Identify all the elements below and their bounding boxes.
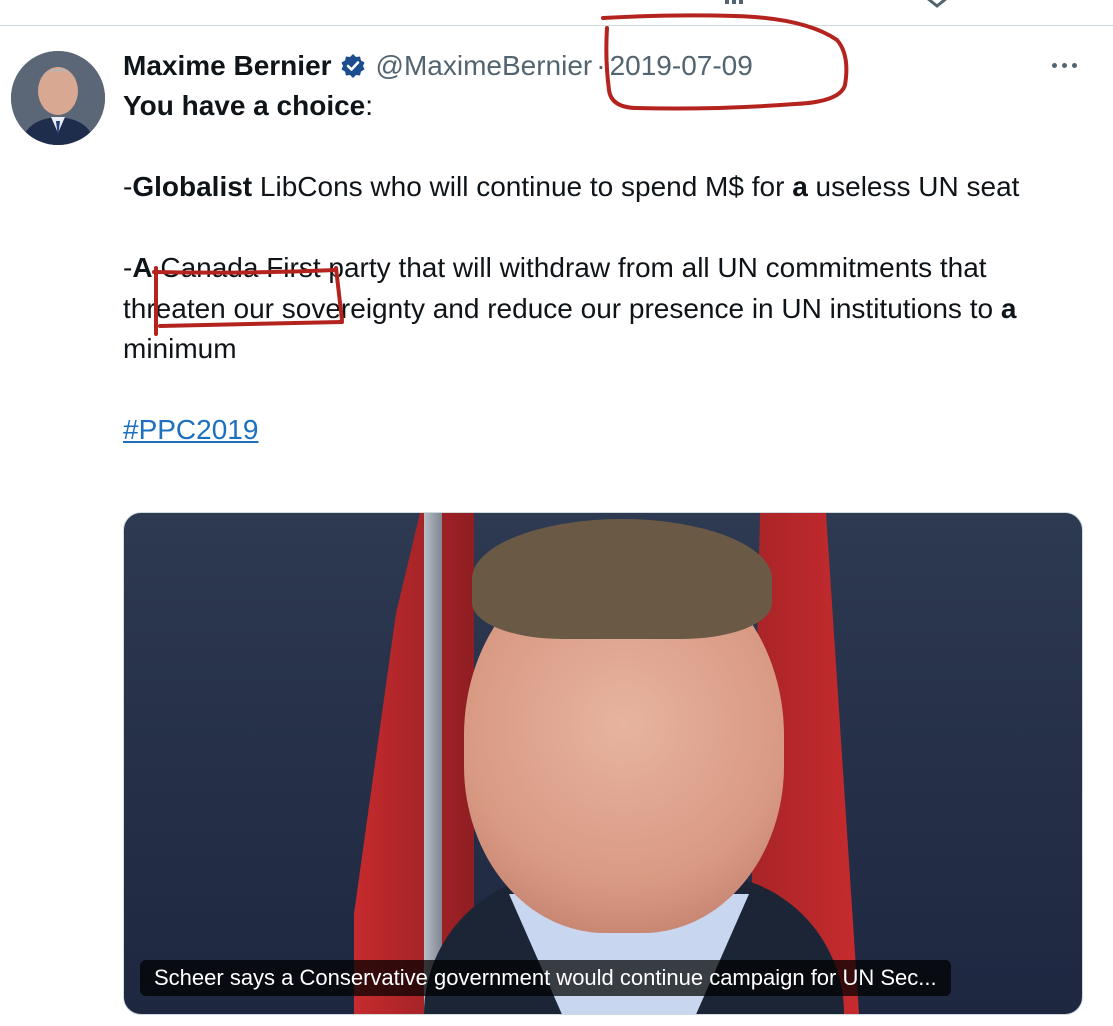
text-bold: a bbox=[1000, 292, 1017, 324]
tweet-date[interactable]: 2019-07-09 bbox=[610, 50, 753, 82]
paragraph-1: You have a choice: bbox=[123, 86, 1083, 127]
separator-dot: · bbox=[596, 50, 606, 81]
hair-shape bbox=[472, 519, 772, 639]
flag-pole bbox=[424, 513, 442, 1014]
text-span: LibCons who will continue to spend M$ fo… bbox=[252, 171, 793, 202]
paragraph-3: -A Canada First party that will withdraw… bbox=[123, 248, 1083, 370]
text-bold: You have a choice bbox=[123, 90, 366, 121]
paragraph-2: -Globalist LibCons who will continue to … bbox=[123, 167, 1083, 208]
author-display-name[interactable]: Maxime Bernier bbox=[123, 50, 332, 82]
views-icon[interactable] bbox=[722, 0, 748, 16]
divider bbox=[0, 25, 1113, 26]
author-handle[interactable]: @MaximeBernier bbox=[376, 50, 593, 82]
tweet-text: You have a choice: -Globalist LibCons wh… bbox=[123, 86, 1083, 451]
text-span: useless UN seat bbox=[807, 171, 1020, 202]
text-span: - bbox=[123, 252, 133, 283]
hashtag-link[interactable]: #PPC2019 bbox=[123, 414, 258, 445]
media-caption: Scheer says a Conservative government wo… bbox=[140, 960, 951, 996]
text-span: minimum bbox=[123, 333, 237, 364]
verified-badge-icon bbox=[340, 53, 366, 79]
text-bold: A bbox=[132, 252, 153, 283]
media-card[interactable]: Scheer says a Conservative government wo… bbox=[123, 512, 1083, 1015]
text-span: Canada First party that will withdraw fr… bbox=[123, 252, 1001, 324]
text-bold: Globalist bbox=[132, 171, 253, 202]
bookmark-icon[interactable] bbox=[924, 0, 950, 14]
text-bold: a bbox=[792, 171, 808, 202]
toolbar-fragment bbox=[0, 0, 1113, 26]
avatar[interactable] bbox=[11, 51, 105, 145]
text-span: : bbox=[365, 90, 374, 121]
tweet-header: Maxime Bernier @MaximeBernier · 2019-07-… bbox=[123, 45, 753, 87]
more-options-icon[interactable] bbox=[1046, 54, 1082, 76]
text-span: - bbox=[123, 171, 133, 202]
